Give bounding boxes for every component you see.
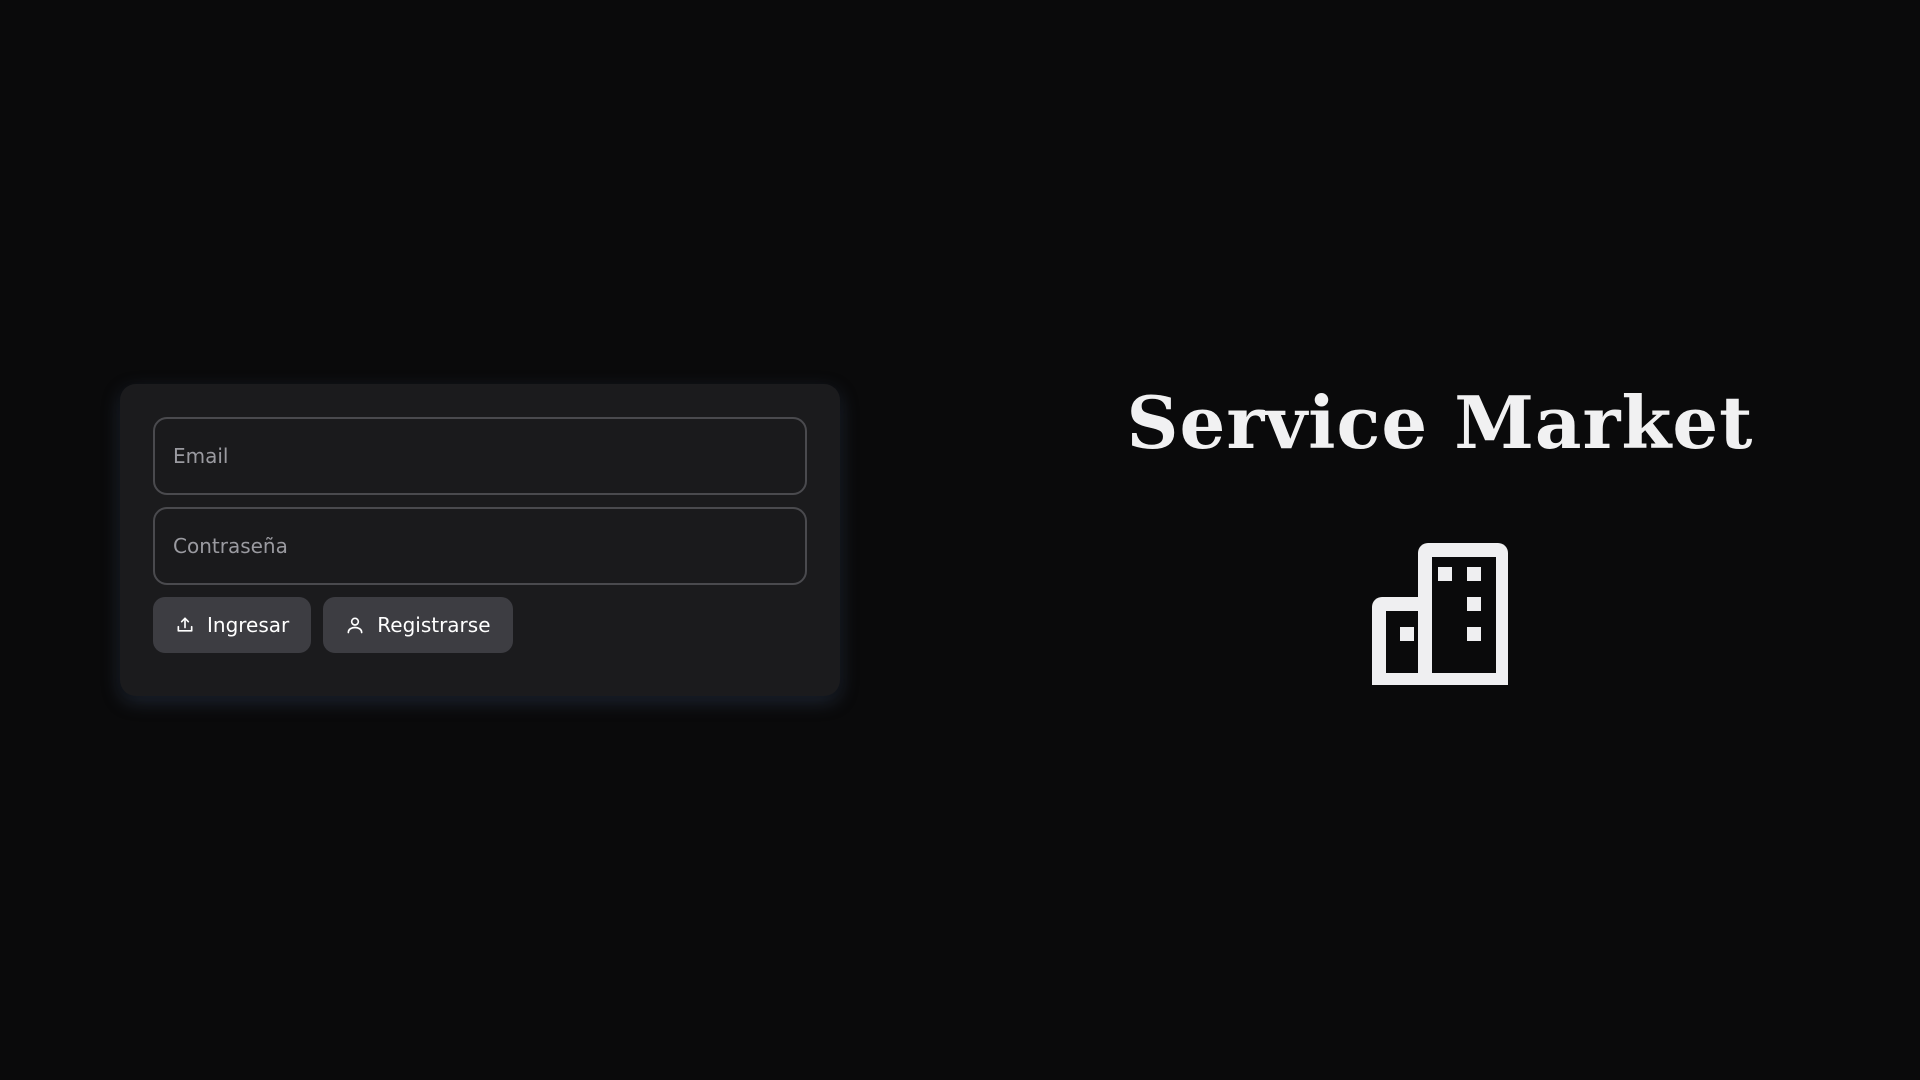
register-button-label: Registrarse <box>377 613 491 637</box>
brand-panel: Service Market <box>1060 380 1820 685</box>
login-card: Ingresar Registrarse <box>120 384 840 696</box>
form-actions: Ingresar Registrarse <box>153 597 807 653</box>
building-icon <box>1372 543 1508 685</box>
login-page: Ingresar Registrarse Service Market <box>0 0 1920 1080</box>
user-icon <box>345 615 365 635</box>
email-field[interactable] <box>153 417 807 495</box>
register-button[interactable]: Registrarse <box>323 597 513 653</box>
login-button[interactable]: Ingresar <box>153 597 312 653</box>
brand-title: Service Market <box>1126 380 1754 465</box>
login-button-label: Ingresar <box>207 613 290 637</box>
upload-icon <box>175 615 195 635</box>
password-field[interactable] <box>153 507 807 585</box>
